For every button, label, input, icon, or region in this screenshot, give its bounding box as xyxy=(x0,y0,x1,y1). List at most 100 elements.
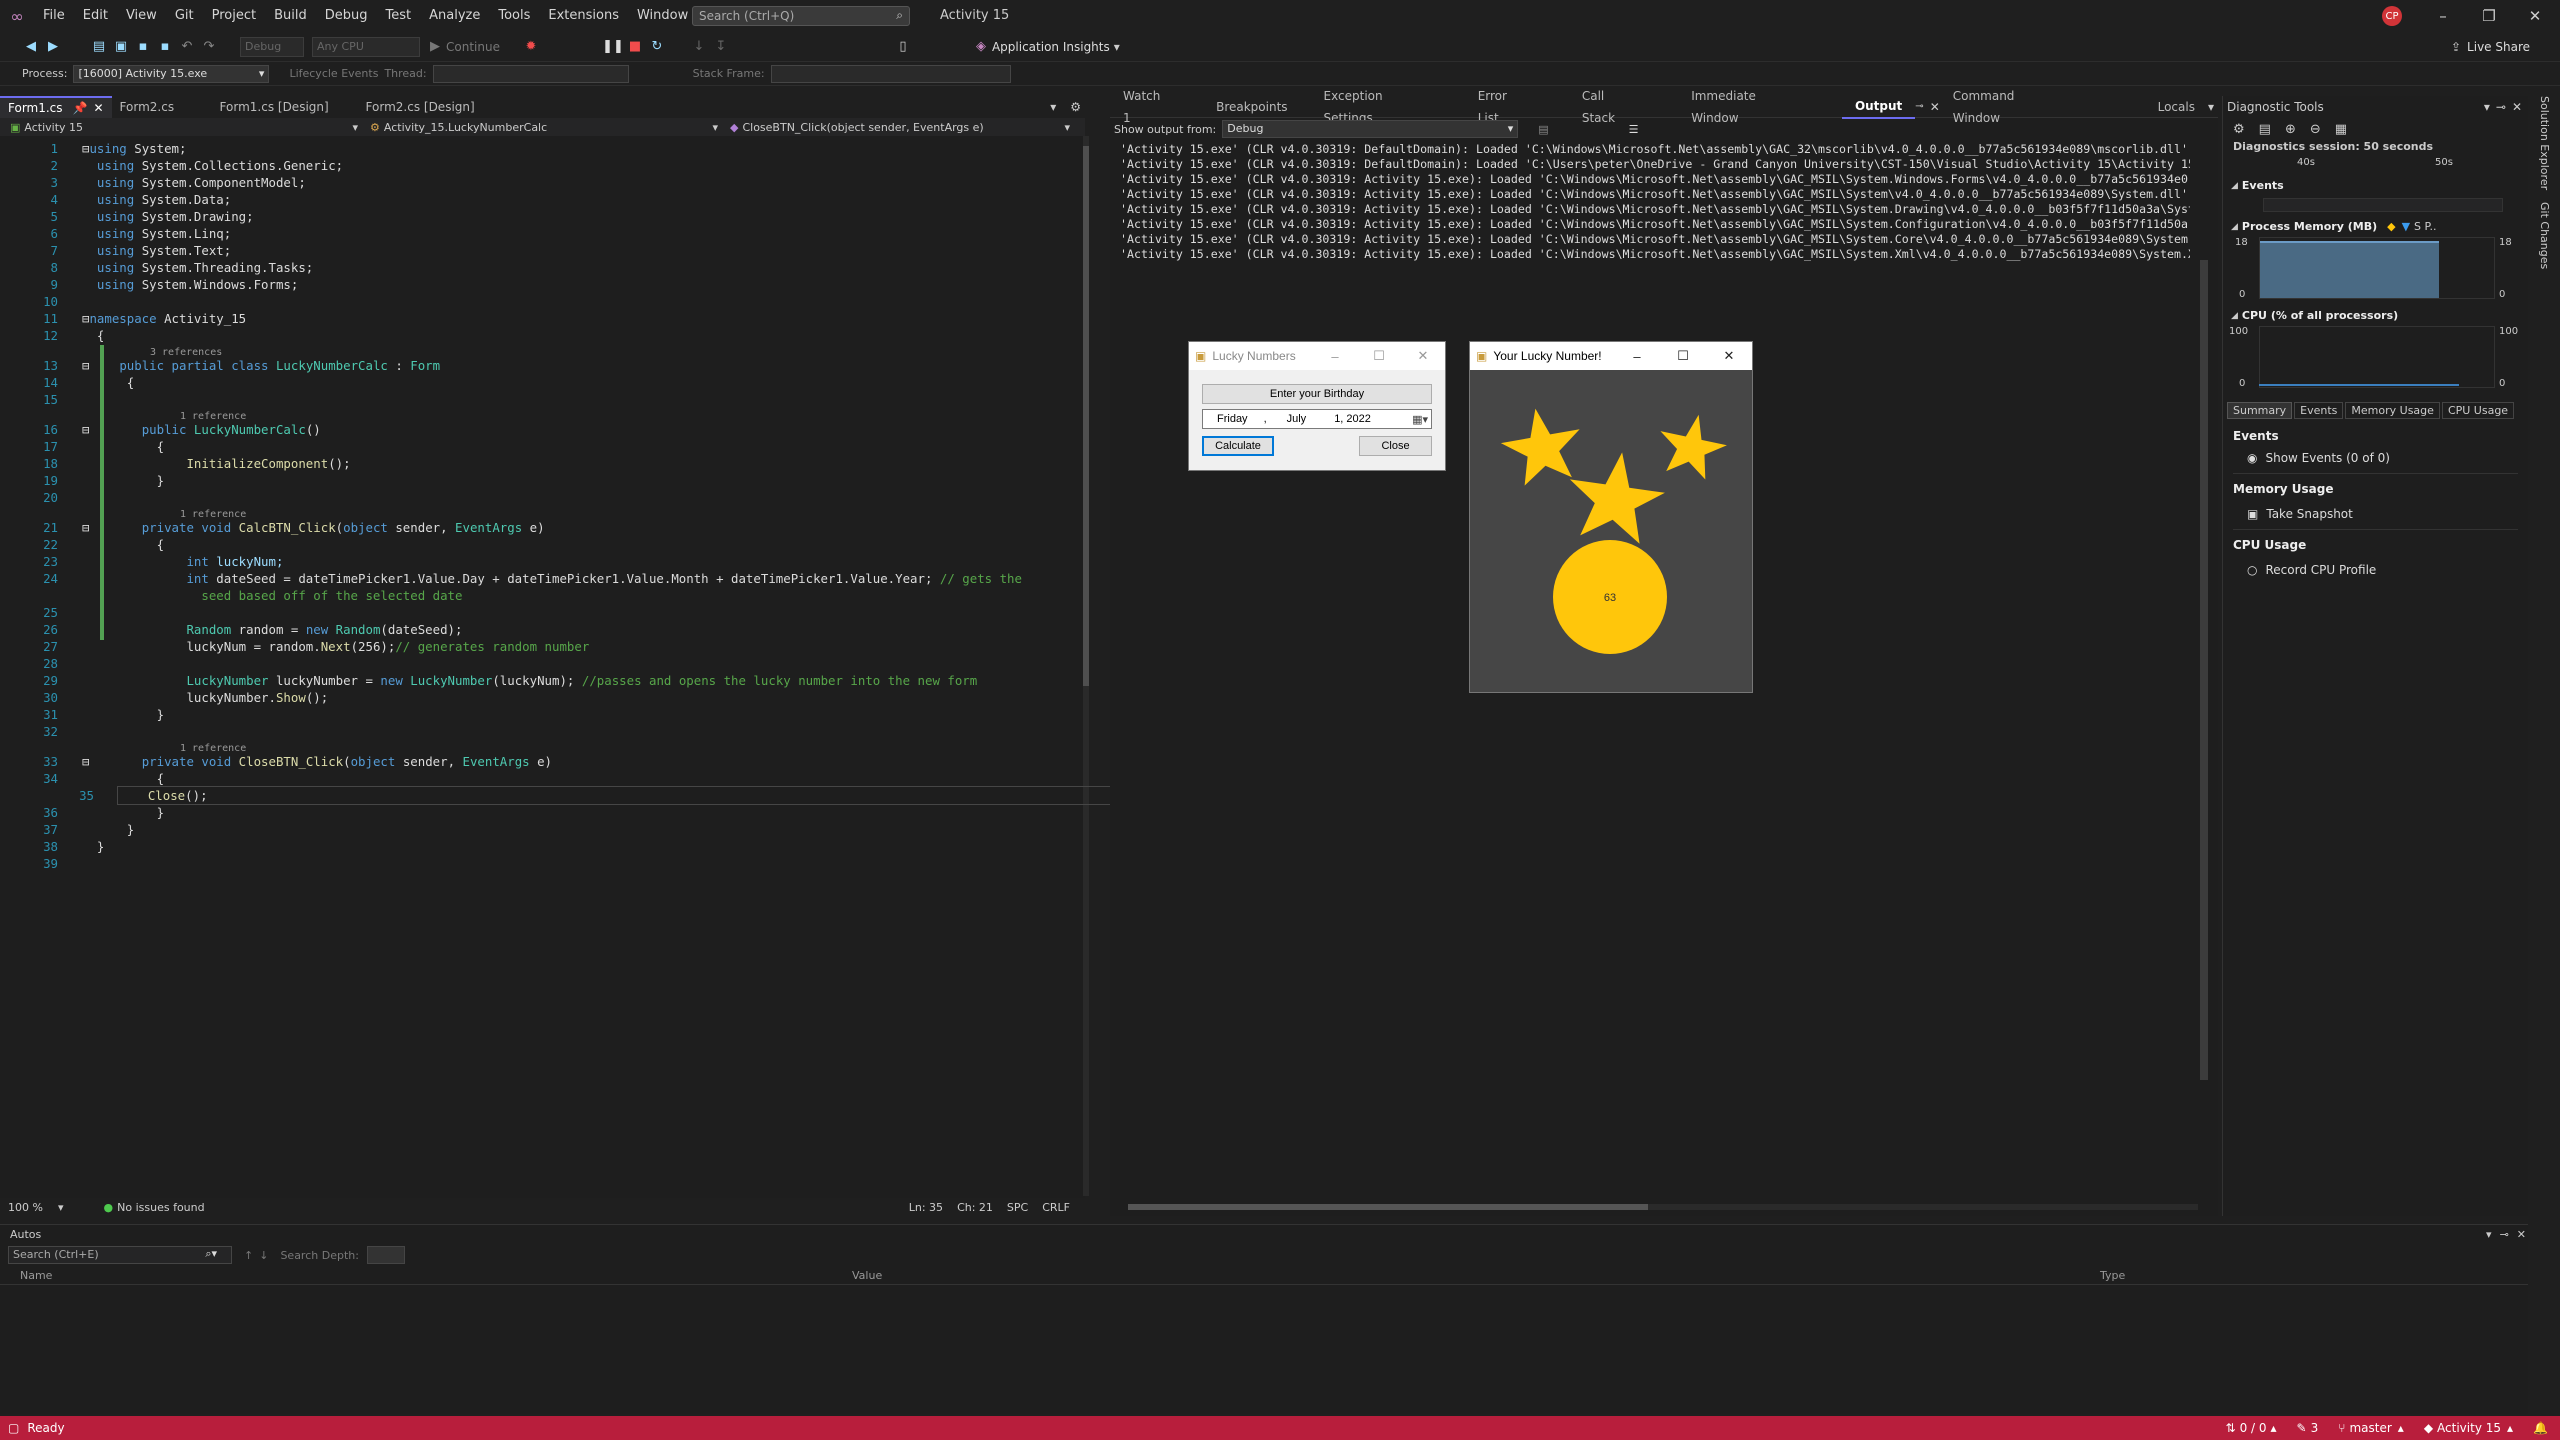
chevron-up-icon[interactable]: ▴ xyxy=(2507,1421,2513,1435)
record-cpu-profile-button[interactable]: ○ Record CPU Profile xyxy=(2233,559,2518,581)
line-changes[interactable]: 0 / 0 xyxy=(2240,1421,2267,1435)
issues-status[interactable]: No issues found xyxy=(117,1201,204,1214)
timeline-ruler[interactable]: 40s 50s xyxy=(2257,153,2497,171)
close-icon[interactable]: ✕ xyxy=(2517,1228,2526,1241)
chevron-down-icon[interactable]: ▾ xyxy=(58,1201,64,1214)
tab-command-window[interactable]: Command Window xyxy=(1940,85,2075,129)
column-value[interactable]: Value xyxy=(852,1269,2100,1282)
column-indicator[interactable]: Ch: 21 xyxy=(957,1201,993,1214)
chevron-down-icon[interactable]: ▾ xyxy=(1114,40,1120,54)
chevron-up-icon[interactable]: ▴ xyxy=(2398,1421,2404,1435)
menu-file[interactable]: File xyxy=(34,0,74,32)
zoom-out-icon[interactable]: ⊖ xyxy=(2310,122,2321,137)
zoom-level[interactable]: 100 % xyxy=(8,1201,58,1214)
tab-form2-cs[interactable]: Form2.cs xyxy=(112,96,208,118)
continue-label[interactable]: Continue xyxy=(446,40,500,54)
step-over-icon[interactable]: ↓ xyxy=(688,36,710,58)
tab-form1-cs[interactable]: Form1.cs 📌 ✕ xyxy=(0,96,112,118)
settings-icon[interactable]: ⚙ xyxy=(1070,100,1081,114)
close-button[interactable]: Close xyxy=(1359,436,1432,456)
close-icon[interactable]: ✕ xyxy=(2512,0,2558,32)
stop-icon[interactable]: ■ xyxy=(624,36,646,58)
birthday-date-picker[interactable]: Friday , July 1, 2022 ▦▾ xyxy=(1202,409,1432,429)
tab-locals[interactable]: Locals xyxy=(2145,96,2208,118)
settings-icon[interactable]: ⚙ xyxy=(2233,122,2245,137)
pin-icon[interactable]: ⊸ xyxy=(1915,101,1923,112)
column-name[interactable]: Name xyxy=(0,1269,852,1282)
calendar-icon[interactable]: ▦▾ xyxy=(1412,413,1428,426)
tab-breakpoints[interactable]: Breakpoints xyxy=(1203,96,1300,118)
calculate-button[interactable]: Calculate xyxy=(1202,436,1274,456)
codelens-refs[interactable]: 1 reference xyxy=(0,506,1080,520)
menu-window[interactable]: Window xyxy=(628,0,697,32)
minimize-icon[interactable]: – xyxy=(1313,349,1357,364)
autos-search-input[interactable]: Search (Ctrl+E) ⌕▾ xyxy=(8,1246,232,1264)
menu-debug[interactable]: Debug xyxy=(316,0,377,32)
output-source-dropdown[interactable]: Debug ▾ xyxy=(1222,120,1519,138)
open-icon[interactable]: ▣ xyxy=(110,36,132,58)
side-tab-git-changes[interactable]: Git Changes xyxy=(2538,202,2551,269)
app-insights-label[interactable]: Application Insights xyxy=(992,40,1110,54)
restart-icon[interactable]: ↻ xyxy=(646,36,668,58)
output-text[interactable]: 'Activity 15.exe' (CLR v4.0.30319: Defau… xyxy=(1110,140,2200,264)
whitespace-indicator[interactable]: SPC xyxy=(1007,1201,1028,1214)
pin-icon[interactable]: ⊸ xyxy=(2500,1228,2509,1241)
menu-tools[interactable]: Tools xyxy=(489,0,539,32)
tab-memory-usage[interactable]: Memory Usage xyxy=(2345,402,2440,419)
restore-icon[interactable]: ❐ xyxy=(2466,0,2512,32)
project-dropdown[interactable]: ▣ Activity 15 ▾ xyxy=(0,121,362,134)
wrap-icon[interactable]: ☰ xyxy=(1629,123,1639,136)
reset-view-icon[interactable]: ▦ xyxy=(2335,122,2347,137)
memory-graph[interactable]: 18 0 18 0 xyxy=(2223,233,2528,303)
tab-cpu-usage[interactable]: CPU Usage xyxy=(2441,402,2515,419)
lucky-numbers-titlebar[interactable]: ▣ Lucky Numbers – ☐ ✕ xyxy=(1189,342,1445,370)
close-icon[interactable]: ✕ xyxy=(1401,348,1445,364)
close-icon[interactable]: ✕ xyxy=(1930,100,1940,114)
pause-icon[interactable]: ❚❚ xyxy=(602,36,624,58)
undo-icon[interactable]: ↶ xyxy=(176,36,198,58)
tab-immediate-window[interactable]: Immediate Window xyxy=(1678,85,1816,129)
chevron-down-icon[interactable]: ▾ xyxy=(2486,1228,2492,1241)
maximize-icon[interactable]: ☐ xyxy=(1357,348,1401,364)
maximize-icon[interactable]: ☐ xyxy=(1660,348,1706,364)
take-snapshot-button[interactable]: ▣ Take Snapshot xyxy=(2233,503,2518,525)
zoom-in-icon[interactable]: ⊕ xyxy=(2285,122,2296,137)
collapse-icon[interactable]: ◢ xyxy=(2231,181,2238,191)
menu-extensions[interactable]: Extensions xyxy=(539,0,628,32)
member-dropdown[interactable]: ◆ CloseBTN_Click(object sender, EventArgs… xyxy=(722,121,1074,134)
forward-icon[interactable]: ▶ xyxy=(42,36,64,58)
repo-name[interactable]: Activity 15 xyxy=(2437,1421,2501,1435)
events-track[interactable] xyxy=(2263,198,2503,212)
output-vertical-scrollbar[interactable] xyxy=(2200,260,2208,1080)
redo-icon[interactable]: ↷ xyxy=(198,36,220,58)
pin-icon[interactable]: 📌 xyxy=(73,97,88,119)
lifecycle-events[interactable]: Lifecycle Events xyxy=(289,67,378,80)
class-dropdown[interactable]: ⚙ Activity_15.LuckyNumberCalc ▾ xyxy=(362,121,722,134)
continue-icon[interactable]: ▶ xyxy=(424,36,446,58)
collapse-icon[interactable]: ◢ xyxy=(2231,311,2238,321)
search-input[interactable]: Search (Ctrl+Q) ⌕ xyxy=(692,6,910,26)
cpu-graph[interactable]: 100 0 100 0 xyxy=(2223,322,2528,392)
save-all-icon[interactable]: ▪ xyxy=(154,36,176,58)
platform-dropdown[interactable]: Any CPU xyxy=(312,36,420,57)
minimize-icon[interactable]: – xyxy=(2420,0,2466,32)
close-icon[interactable]: ✕ xyxy=(93,97,103,119)
arrow-up-icon[interactable]: ↑ xyxy=(244,1249,253,1262)
menu-analyze[interactable]: Analyze xyxy=(420,0,489,32)
chevron-up-icon[interactable]: ▴ xyxy=(2271,1421,2277,1435)
result-titlebar[interactable]: ▣ Your Lucky Number! – ☐ ✕ xyxy=(1470,342,1752,370)
pin-icon[interactable]: ⊸ xyxy=(2496,100,2506,114)
menu-project[interactable]: Project xyxy=(203,0,265,32)
tab-events[interactable]: Events xyxy=(2294,402,2344,419)
step-into-icon[interactable]: ↧ xyxy=(710,36,732,58)
menu-git[interactable]: Git xyxy=(166,0,203,32)
codelens-refs[interactable]: 1 reference xyxy=(0,408,1080,422)
enter-birthday-button[interactable]: Enter your Birthday xyxy=(1202,384,1432,404)
codelens-refs[interactable]: 1 reference xyxy=(0,740,1080,754)
scrollbar-thumb[interactable] xyxy=(1128,1204,1648,1210)
chevron-down-icon[interactable]: ▾ xyxy=(2208,100,2214,114)
arrow-down-icon[interactable]: ↓ xyxy=(259,1249,268,1262)
notifications-icon[interactable]: 🔔 xyxy=(2533,1421,2548,1435)
tab-output[interactable]: Output xyxy=(1841,95,1916,119)
chevron-down-icon[interactable]: ▾ xyxy=(2484,100,2490,114)
